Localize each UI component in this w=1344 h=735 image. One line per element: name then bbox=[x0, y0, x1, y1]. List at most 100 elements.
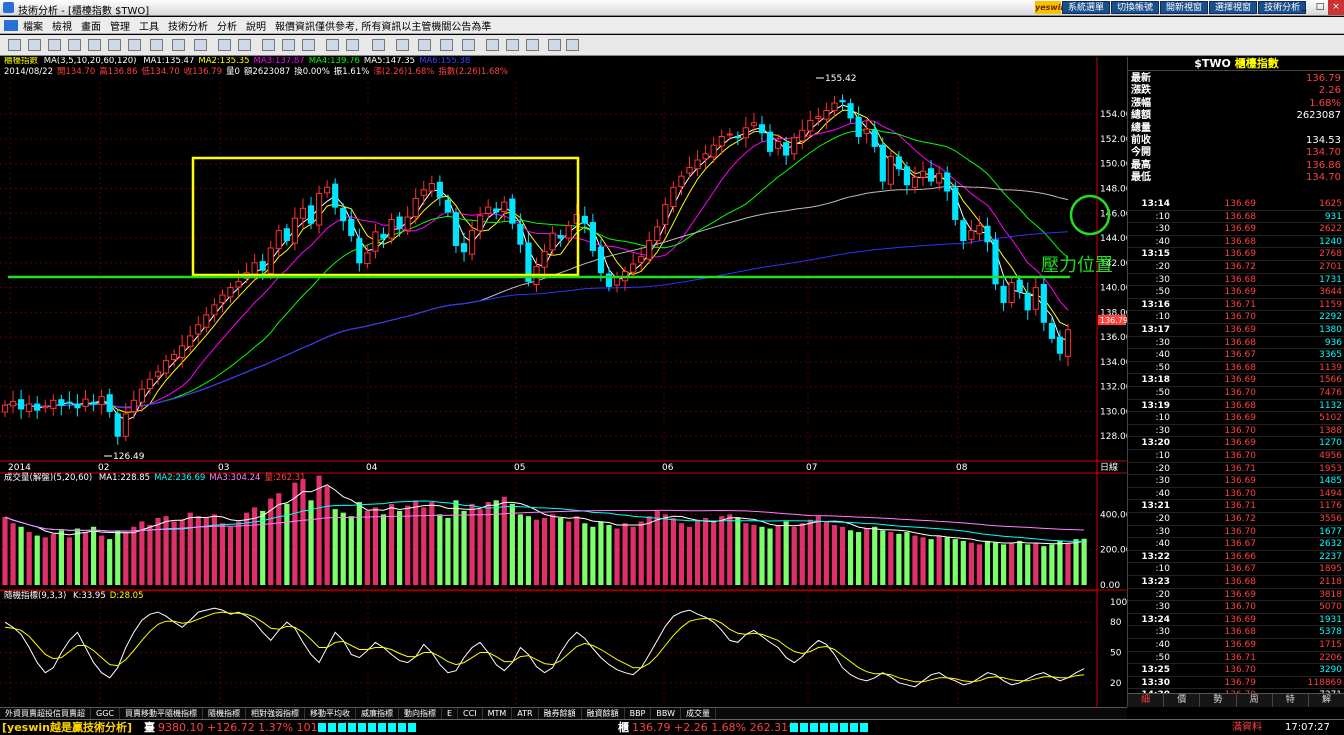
menu-analysis[interactable]: 分析 bbox=[217, 18, 237, 33]
tick-row[interactable]: :30 136.70 5070 bbox=[1128, 601, 1344, 614]
indicator-tab[interactable]: CCI bbox=[458, 708, 483, 719]
tick-row[interactable]: :30 136.68 1731 bbox=[1128, 274, 1344, 287]
toolbar-tool-icon[interactable] bbox=[566, 39, 579, 51]
menu-tools[interactable]: 工具 bbox=[139, 18, 159, 33]
toolbar-tool-icon[interactable] bbox=[418, 39, 431, 51]
toolbar-tool-icon[interactable] bbox=[506, 39, 519, 51]
toolbar-tool-icon[interactable] bbox=[346, 39, 359, 51]
new-window-button[interactable]: 開新視窗 bbox=[1160, 1, 1209, 14]
side-tab[interactable]: 解 bbox=[1309, 694, 1344, 707]
indicator-tab[interactable]: 威廉指標 bbox=[356, 708, 399, 719]
toolbar-tool-icon[interactable] bbox=[486, 39, 499, 51]
toolbar-tool-icon[interactable] bbox=[194, 39, 207, 51]
toolbar-tool-icon[interactable] bbox=[462, 39, 475, 51]
tick-row[interactable]: :20 136.69 3818 bbox=[1128, 589, 1344, 602]
menu-manage[interactable]: 管理 bbox=[110, 18, 130, 33]
tick-row[interactable]: :40 136.69 1715 bbox=[1128, 639, 1344, 652]
system-menu-button[interactable]: 系統選單 bbox=[1062, 1, 1111, 14]
toolbar-tool-icon[interactable] bbox=[48, 39, 61, 51]
tick-row[interactable]: :40 136.67 3365 bbox=[1128, 349, 1344, 362]
close-button[interactable]: × bbox=[1328, 0, 1344, 15]
toolbar-tool-icon[interactable] bbox=[218, 39, 231, 51]
tick-row[interactable]: :50 136.71 2206 bbox=[1128, 652, 1344, 665]
indicator-tab[interactable]: ATR bbox=[512, 708, 539, 719]
tick-row[interactable]: :10 136.67 1895 bbox=[1128, 563, 1344, 576]
tick-row[interactable]: 13:30 136.79 118869 bbox=[1128, 677, 1344, 690]
toolbar-tool-icon[interactable] bbox=[8, 39, 21, 51]
menu-screen[interactable]: 畫面 bbox=[81, 18, 101, 33]
toolbar-tool-icon[interactable] bbox=[548, 39, 561, 51]
tick-row[interactable]: :10 136.69 5102 bbox=[1128, 412, 1344, 425]
indicator-tab[interactable]: E bbox=[442, 708, 459, 719]
tick-row[interactable]: :30 136.69 2622 bbox=[1128, 223, 1344, 236]
side-tab[interactable]: 周 bbox=[1237, 694, 1273, 707]
indicator-tab[interactable]: 買賣移動平隨機指標 bbox=[120, 708, 203, 719]
indicator-tab[interactable]: BBW bbox=[651, 708, 681, 719]
tick-row[interactable]: :50 136.70 7476 bbox=[1128, 387, 1344, 400]
select-window-button[interactable]: 選擇視窗 bbox=[1209, 1, 1258, 14]
toolbar-tool-icon[interactable] bbox=[440, 39, 453, 51]
tick-row[interactable]: :30 136.70 1677 bbox=[1128, 526, 1344, 539]
indicator-tab[interactable]: BBP bbox=[625, 708, 652, 719]
tick-row[interactable]: 13:19 136.68 1132 bbox=[1128, 400, 1344, 413]
indicator-tab[interactable]: MTM bbox=[483, 708, 513, 719]
side-tab[interactable]: 勢 bbox=[1200, 694, 1237, 707]
tick-row[interactable]: :30 136.70 1388 bbox=[1128, 425, 1344, 438]
side-tab[interactable]: 價 bbox=[1164, 694, 1201, 707]
chart-area[interactable]: 154.00152.00150.00148.00146.00144.00142.… bbox=[0, 57, 1127, 707]
indicator-tab[interactable]: 成交量 bbox=[681, 708, 716, 719]
indicator-tab[interactable]: 融券餘額 bbox=[539, 708, 582, 719]
toolbar-tool-icon[interactable] bbox=[88, 39, 101, 51]
tick-row[interactable]: :40 136.68 1240 bbox=[1128, 236, 1344, 249]
indicator-tab[interactable]: 相對強弱指標 bbox=[246, 708, 305, 719]
side-tab[interactable]: 特 bbox=[1273, 694, 1309, 707]
tick-row[interactable]: :50 136.68 1139 bbox=[1128, 362, 1344, 375]
menu-help[interactable]: 說明 bbox=[246, 18, 266, 33]
tick-row[interactable]: :20 136.72 2701 bbox=[1128, 261, 1344, 274]
tick-row[interactable]: 13:20 136.69 1270 bbox=[1128, 437, 1344, 450]
menu-file[interactable]: 檔案 bbox=[23, 18, 43, 33]
indicator-tab[interactable]: 移動平均收 bbox=[305, 708, 356, 719]
tick-row[interactable]: 13:18 136.69 1566 bbox=[1128, 374, 1344, 387]
indicator-tab[interactable]: 融資餘額 bbox=[582, 708, 625, 719]
toolbar-tool-icon[interactable] bbox=[108, 39, 121, 51]
toolbar-tool-icon[interactable] bbox=[128, 39, 141, 51]
toolbar-tool-icon[interactable] bbox=[68, 39, 81, 51]
tick-row[interactable]: :10 136.70 2292 bbox=[1128, 311, 1344, 324]
tick-row[interactable]: 13:22 136.66 2237 bbox=[1128, 551, 1344, 564]
tick-row[interactable]: 13:24 136.69 1931 bbox=[1128, 614, 1344, 627]
minimize-button[interactable]: _ bbox=[1296, 0, 1312, 15]
menu-view[interactable]: 檢視 bbox=[52, 18, 72, 33]
toolbar-tool-icon[interactable] bbox=[326, 39, 339, 51]
toolbar-tool-icon[interactable] bbox=[238, 39, 251, 51]
maximize-button[interactable]: □ bbox=[1312, 0, 1328, 15]
tick-row[interactable]: :30 136.68 936 bbox=[1128, 337, 1344, 350]
toolbar-tool-icon[interactable] bbox=[282, 39, 295, 51]
toolbar-tool-icon[interactable] bbox=[372, 39, 385, 51]
toolbar-tool-icon[interactable] bbox=[396, 39, 409, 51]
tick-row[interactable]: :40 136.70 1494 bbox=[1128, 488, 1344, 501]
menu-technical-analysis[interactable]: 技術分析 bbox=[168, 18, 208, 33]
indicator-tab[interactable]: 隨機指標 bbox=[203, 708, 246, 719]
tick-row[interactable]: 13:25 136.70 3290 bbox=[1128, 664, 1344, 677]
toolbar-tool-icon[interactable] bbox=[526, 39, 539, 51]
tick-row[interactable]: 13:16 136.71 1159 bbox=[1128, 299, 1344, 312]
tick-row[interactable]: :20 136.71 1953 bbox=[1128, 463, 1344, 476]
tick-row[interactable]: 13:21 136.71 1176 bbox=[1128, 500, 1344, 513]
tick-row[interactable]: :20 136.72 3556 bbox=[1128, 513, 1344, 526]
indicator-tab[interactable]: 動向指標 bbox=[399, 708, 442, 719]
tick-row[interactable]: 13:15 136.69 2768 bbox=[1128, 248, 1344, 261]
toolbar-tool-icon[interactable] bbox=[262, 39, 275, 51]
indicator-tab[interactable]: GGC bbox=[91, 708, 120, 719]
tick-row[interactable]: 13:17 136.69 1380 bbox=[1128, 324, 1344, 337]
tick-row[interactable]: 13:23 136.68 2118 bbox=[1128, 576, 1344, 589]
switch-account-button[interactable]: 切換帳號 bbox=[1111, 1, 1160, 14]
tick-row[interactable]: :10 136.68 931 bbox=[1128, 211, 1344, 224]
tick-row[interactable]: :30 136.68 5378 bbox=[1128, 626, 1344, 639]
tick-row[interactable]: :50 136.69 3644 bbox=[1128, 286, 1344, 299]
toolbar-tool-icon[interactable] bbox=[302, 39, 315, 51]
tick-row[interactable]: :10 136.70 4956 bbox=[1128, 450, 1344, 463]
toolbar-tool-icon[interactable] bbox=[28, 39, 41, 51]
tick-row[interactable]: :40 136.67 2632 bbox=[1128, 538, 1344, 551]
tick-row[interactable]: 13:14 136.69 1625 bbox=[1128, 198, 1344, 211]
